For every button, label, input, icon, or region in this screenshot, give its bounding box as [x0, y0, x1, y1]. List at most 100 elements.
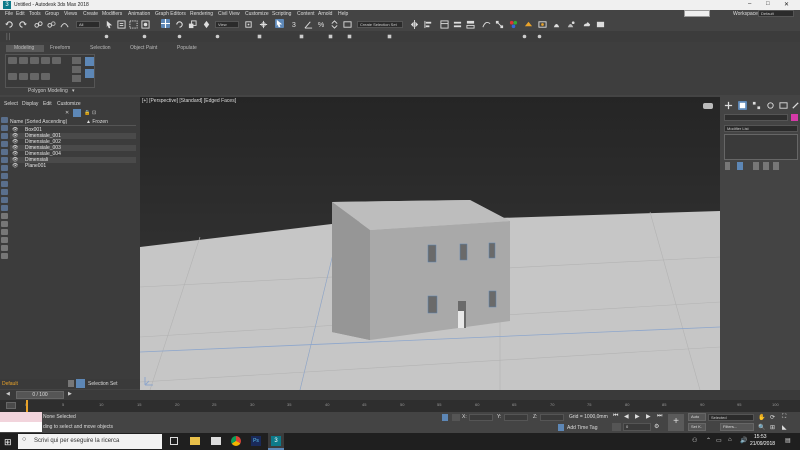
edit-poly-mode-icon[interactable] — [85, 69, 94, 78]
select-manipulate-icon[interactable] — [259, 20, 268, 29]
keyboard-shortcut-override-icon[interactable] — [275, 19, 284, 28]
key-mode-toggle-icon[interactable] — [612, 423, 621, 431]
maxscript-listener-white[interactable] — [0, 422, 42, 432]
menu-display[interactable]: Display — [22, 101, 38, 107]
angle-snap-icon[interactable] — [304, 20, 313, 29]
filter-icon[interactable] — [73, 109, 81, 117]
use-displacement-icon[interactable] — [72, 75, 81, 82]
polygon-modeling-label[interactable]: Polygon Modeling — [28, 88, 68, 94]
ribbon-tab-freeform[interactable]: Freeform — [50, 45, 70, 52]
menu-item-animation[interactable]: Animation — [128, 11, 150, 17]
photoshop-icon[interactable]: Ps — [251, 436, 261, 446]
viewport-label-menu[interactable]: [+] [Perspective] [Standard] [Edged Face… — [142, 98, 236, 104]
toggle-ribbon-icon[interactable] — [466, 20, 475, 29]
menu-item-tools[interactable]: Tools — [29, 11, 41, 17]
workspace-dropdown[interactable]: Default — [758, 10, 794, 17]
display-panel-icon[interactable] — [779, 101, 788, 110]
volume-icon[interactable]: 🔊 — [740, 437, 747, 444]
select-by-name-icon[interactable] — [117, 20, 126, 29]
z-coordinate-field[interactable] — [540, 414, 564, 421]
display-geometry-icon[interactable] — [1, 117, 8, 123]
display-helpers-icon[interactable] — [1, 149, 8, 155]
menu-customize[interactable]: Customize — [57, 101, 81, 107]
show-end-result-toggle-icon[interactable] — [737, 162, 743, 170]
previous-modifier-icon[interactable] — [72, 57, 81, 64]
menu-item-customize[interactable]: Customize — [245, 11, 269, 17]
object-name-field[interactable] — [724, 114, 788, 121]
name-column-header[interactable]: Name (Sorted Ascending) — [10, 119, 67, 125]
ribbon-tab-selection[interactable]: Selection — [90, 45, 111, 52]
select-and-move-icon[interactable] — [161, 19, 170, 28]
minimize-icon[interactable]: – — [748, 1, 751, 7]
battery-icon[interactable]: ▭ — [716, 437, 722, 444]
x-coordinate-field[interactable] — [469, 414, 493, 421]
selection-lock-icon[interactable] — [452, 414, 460, 421]
scene-row-plane001[interactable]: 👁 Plane001 — [10, 163, 136, 169]
select-and-scale-icon[interactable] — [188, 20, 197, 29]
mail-icon[interactable] — [211, 437, 221, 445]
motion-panel-icon[interactable] — [766, 101, 775, 110]
3dsmax-taskbar-button[interactable]: 3 — [268, 433, 284, 450]
percent-snap-icon[interactable]: % — [317, 20, 326, 29]
menu-item-create[interactable]: Create — [83, 11, 98, 17]
display-settings-icon[interactable]: ⊡ — [92, 110, 96, 116]
display-none-icon[interactable] — [1, 221, 8, 227]
remove-modifier-icon[interactable] — [763, 162, 769, 170]
material-editor-icon[interactable] — [509, 20, 518, 29]
menu-item-rendering[interactable]: Rendering — [190, 11, 213, 17]
go-to-start-icon[interactable]: ⏮ — [613, 413, 618, 420]
edge-mode-icon[interactable] — [30, 57, 39, 64]
display-frozen-icon[interactable] — [1, 197, 8, 203]
paint-tool-icon[interactable] — [535, 32, 544, 41]
hierarchy-panel-icon[interactable] — [752, 101, 761, 110]
toggle-layer-explorer-icon[interactable] — [453, 20, 462, 29]
next-modifier-icon[interactable] — [72, 66, 81, 73]
select-and-place-icon[interactable] — [202, 20, 211, 29]
maximize-viewport-icon[interactable]: ⛶ — [782, 414, 786, 421]
display-containers-icon[interactable] — [1, 189, 8, 195]
search-field[interactable] — [684, 10, 710, 17]
menu-item-group[interactable]: Group — [45, 11, 59, 17]
make-unique-icon[interactable] — [753, 162, 759, 170]
previous-frame-icon[interactable]: ◀ — [624, 413, 629, 420]
vertex-mode-icon[interactable] — [19, 57, 28, 64]
reference-coordinate-dropdown[interactable]: View — [215, 21, 239, 28]
menu-item-civil-view[interactable]: Civil View — [218, 11, 240, 17]
menu-edit[interactable]: Edit — [43, 101, 52, 107]
ribbon-tab-populate[interactable]: Populate — [177, 45, 197, 52]
menu-item-arnold[interactable]: Arnold — [318, 11, 332, 17]
maxscript-listener-pink[interactable] — [0, 412, 42, 422]
network-icon[interactable]: ⌂ — [728, 437, 732, 443]
key-filters-button[interactable]: Filters... — [720, 423, 754, 431]
slider-prev-icon[interactable]: ◀ — [6, 391, 10, 397]
modify-panel-icon[interactable] — [738, 101, 747, 110]
layer-dropdown[interactable]: Default — [2, 381, 18, 387]
rendered-frame-window-icon[interactable] — [538, 20, 547, 29]
taskbar-search-box[interactable]: ○ Scrivi qui per eseguire la ricerca — [18, 434, 162, 449]
undo-icon[interactable] — [5, 20, 14, 29]
pin-stack-icon[interactable] — [725, 162, 730, 170]
display-tool-icon[interactable] — [297, 32, 306, 41]
snap-toggle-2-icon[interactable] — [140, 32, 149, 41]
menu-item-edit[interactable]: Edit — [16, 11, 25, 17]
rectangular-selection-icon[interactable] — [129, 20, 138, 29]
menu-item-modifiers[interactable]: Modifiers — [102, 11, 122, 17]
selection-set-label[interactable]: Selection Set — [88, 381, 117, 387]
modifier-stack[interactable] — [724, 134, 798, 160]
render-setup-icon[interactable] — [524, 20, 533, 29]
menu-item-content[interactable]: Content — [297, 11, 315, 17]
curve-editor-icon[interactable] — [482, 20, 491, 29]
display-hidden-icon[interactable] — [1, 205, 8, 211]
modify-mode-icon[interactable] — [8, 57, 17, 64]
display-bones-icon[interactable] — [1, 181, 8, 187]
pivot-center-icon[interactable] — [244, 20, 253, 29]
display-spacewarps-icon[interactable] — [1, 157, 8, 163]
render-in-cloud-icon[interactable] — [582, 20, 591, 29]
close-icon[interactable]: ✕ — [784, 1, 789, 8]
eye-icon[interactable]: 👁 — [12, 163, 18, 169]
play-icon[interactable]: ▶ — [635, 413, 640, 420]
time-tag-icon[interactable] — [558, 424, 564, 431]
ribbon-tab-modeling[interactable]: Modeling — [6, 45, 44, 52]
display-all-icon[interactable] — [1, 213, 8, 219]
maximize-icon[interactable]: □ — [766, 1, 770, 7]
